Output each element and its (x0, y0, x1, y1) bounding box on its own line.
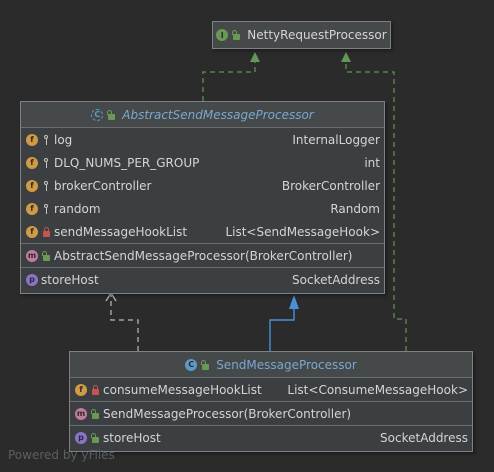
abstract-class-node[interactable]: C AbstractSendMessageProcessor f log Int… (20, 101, 385, 294)
abstract-class-title: AbstractSendMessageProcessor (122, 107, 314, 122)
field-type: BrokerController (281, 178, 380, 193)
field-icon: f (26, 133, 38, 146)
static-final-icon (41, 134, 51, 146)
edge-class-extends-abstract (269, 305, 295, 351)
class-node[interactable]: C SendMessageProcessor f consumeMessageH… (69, 351, 473, 452)
field-name: log (54, 132, 73, 147)
edge-class-depends-abstract (110, 295, 139, 351)
interface-header: I NettyRequestProcessor (213, 22, 390, 48)
field-row[interactable]: f consumeMessageHookList List<ConsumeMes… (70, 378, 472, 401)
class-methods-section: m SendMessageProcessor(BrokerController) (70, 402, 472, 426)
field-row[interactable]: f log InternalLogger (21, 128, 384, 151)
abstract-properties-section: p storeHost SocketAddress (21, 268, 384, 291)
property-icon: p (26, 273, 38, 286)
property-row[interactable]: p storeHost SocketAddress (70, 426, 472, 449)
class-icon: C (185, 358, 198, 371)
static-final-icon (41, 180, 51, 192)
public-visibility-icon (200, 359, 210, 371)
field-type: InternalLogger (292, 132, 380, 147)
interface-node[interactable]: I NettyRequestProcessor (212, 21, 391, 49)
property-name: storeHost (103, 430, 161, 445)
field-type: Random (330, 201, 380, 216)
field-name: brokerController (54, 178, 152, 193)
yfiles-watermark: Powered by yFiles (8, 448, 115, 462)
field-name: random (54, 201, 101, 216)
property-name: storeHost (41, 272, 99, 287)
method-row[interactable]: m AbstractSendMessageProcessor(BrokerCon… (21, 244, 384, 267)
field-type: List<ConsumeMessageHook> (287, 382, 468, 397)
method-icon: m (26, 249, 38, 262)
edge-abstract-implements-interface-arrowhead (250, 52, 260, 62)
edge-class-implements-interface-arrowhead (341, 52, 351, 62)
property-type: SocketAddress (292, 272, 380, 287)
method-row[interactable]: m SendMessageProcessor(BrokerController) (70, 402, 472, 425)
field-icon: f (26, 225, 38, 238)
property-type: SocketAddress (380, 430, 468, 445)
field-row[interactable]: f random Random (21, 197, 384, 220)
public-visibility-icon (41, 250, 51, 262)
field-icon: f (26, 156, 38, 169)
edge-abstract-implements-interface (202, 57, 256, 101)
field-icon: f (75, 383, 87, 396)
field-name: sendMessageHookList (54, 224, 188, 239)
static-final-icon (41, 157, 51, 169)
public-visibility-icon (90, 432, 100, 444)
method-icon: m (75, 407, 87, 420)
static-final-icon (41, 203, 51, 215)
property-icon: p (75, 431, 87, 444)
field-name: consumeMessageHookList (103, 382, 262, 397)
public-visibility-icon (231, 29, 241, 41)
interface-title: NettyRequestProcessor (247, 28, 387, 42)
method-signature: AbstractSendMessageProcessor(BrokerContr… (54, 248, 353, 263)
field-icon: f (26, 202, 38, 215)
private-lock-icon (41, 226, 51, 238)
class-header: C SendMessageProcessor (70, 352, 472, 378)
field-icon: f (26, 179, 38, 192)
class-fields-section: f consumeMessageHookList List<ConsumeMes… (70, 378, 472, 402)
abstract-fields-section: f log InternalLogger f DLQ_NUMS_PER_GROU… (21, 128, 384, 244)
method-signature: SendMessageProcessor(BrokerController) (103, 406, 352, 421)
field-type: List<SendMessageHook> (225, 224, 380, 239)
field-row[interactable]: f brokerController BrokerController (21, 174, 384, 197)
edge-class-extends-abstract-arrowhead (289, 295, 299, 309)
property-row[interactable]: p storeHost SocketAddress (21, 268, 384, 291)
abstract-class-header: C AbstractSendMessageProcessor (21, 102, 384, 128)
interface-icon: I (216, 29, 229, 41)
class-properties-section: p storeHost SocketAddress (70, 426, 472, 449)
field-row[interactable]: f DLQ_NUMS_PER_GROUP int (21, 151, 384, 174)
abstract-methods-section: m AbstractSendMessageProcessor(BrokerCon… (21, 244, 384, 268)
public-visibility-icon (106, 109, 116, 121)
public-visibility-icon (90, 408, 100, 420)
uml-diagram-canvas: I NettyRequestProcessor C AbstractSendMe… (0, 0, 494, 472)
abstract-class-icon: C (91, 108, 104, 121)
field-row[interactable]: f sendMessageHookList List<SendMessageHo… (21, 220, 384, 243)
private-lock-icon (90, 384, 100, 396)
class-title: SendMessageProcessor (216, 357, 357, 372)
field-type: int (364, 155, 380, 170)
field-name: DLQ_NUMS_PER_GROUP (54, 155, 200, 170)
